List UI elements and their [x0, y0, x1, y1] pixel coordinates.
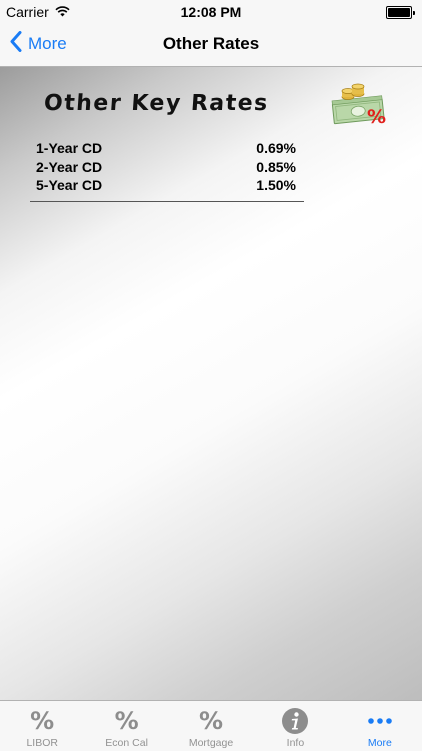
rate-label: 2-Year CD — [36, 158, 103, 175]
tab-info[interactable]: Info — [253, 701, 337, 751]
tab-more[interactable]: More — [338, 701, 422, 751]
rate-value: 1.50% — [256, 177, 296, 193]
navigation-bar: Other Rates More — [0, 22, 422, 67]
rate-label: 5-Year CD — [36, 177, 103, 193]
tab-label: Info — [286, 737, 305, 749]
percent-icon: % — [198, 707, 224, 735]
rates-title: Other Key Rates — [43, 91, 270, 116]
money-percent-icon: % — [330, 83, 390, 130]
percent-icon: % — [30, 707, 55, 735]
rate-value: 0.69% — [256, 140, 296, 156]
tab-mortgage[interactable]: % Mortgage — [169, 701, 253, 751]
back-button[interactable]: More — [10, 22, 67, 66]
rate-row: 5-Year CD 1.50% — [30, 176, 304, 195]
rate-label: 1-Year CD — [36, 140, 103, 156]
tab-label: More — [367, 737, 392, 749]
tab-econ-cal[interactable]: % Econ Cal — [84, 701, 168, 751]
tab-label: Mortgage — [188, 737, 234, 749]
tab-libor[interactable]: % LIBOR — [0, 701, 84, 751]
svg-text:%: % — [367, 106, 386, 125]
rate-row: 1-Year CD 0.69% — [30, 139, 304, 158]
chevron-left-icon — [10, 31, 22, 57]
rate-row: 2-Year CD 0.85% — [30, 158, 304, 177]
more-dots-icon — [366, 706, 394, 736]
rates-panel: Other Key Rates % 1-Year CD 0.69% 2-Year C… — [0, 67, 422, 700]
info-icon — [281, 706, 309, 736]
tab-bar: % LIBOR% Econ Cal% Mortgage Info More — [0, 700, 422, 751]
rates-list: 1-Year CD 0.69% 2-Year CD 0.85% 5-Year CD 1.5… — [30, 139, 304, 202]
back-button-label: More — [28, 34, 67, 53]
status-time: 12:08 PM — [180, 4, 242, 20]
status-bar: Carrier 12:08 PM — [0, 0, 422, 22]
tab-label: Econ Cal — [105, 737, 148, 749]
percent-icon: % — [114, 707, 139, 735]
tab-label: LIBOR — [26, 737, 58, 749]
rate-value: 0.85% — [256, 158, 296, 175]
battery-icon — [386, 6, 415, 19]
